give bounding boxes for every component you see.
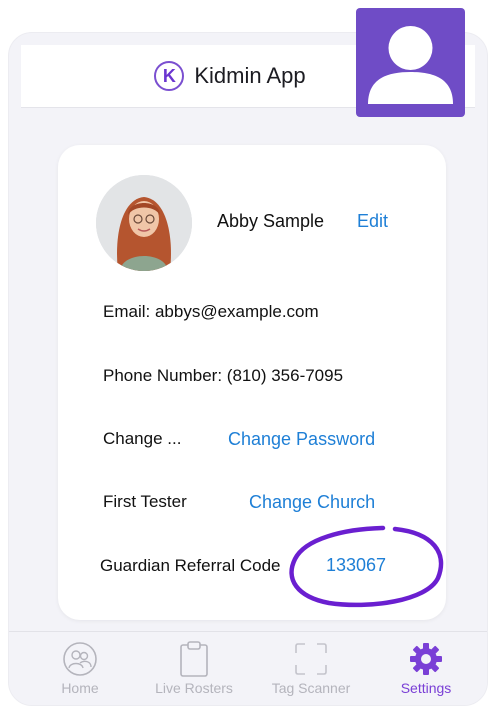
- tab-bar: Home Live Rosters Tag Scanner Settings: [9, 631, 487, 705]
- referral-code-label: Guardian Referral Code: [100, 556, 281, 575]
- user-avatar-button[interactable]: [356, 8, 465, 117]
- profile-name: Abby Sample: [217, 211, 325, 231]
- change-church-link[interactable]: Change Church: [249, 492, 375, 513]
- tab-home[interactable]: Home: [25, 638, 135, 696]
- scan-frame-icon: [295, 643, 327, 675]
- gear-icon: [410, 643, 442, 675]
- profile-photo: [96, 175, 192, 271]
- app-logo-icon: K: [154, 61, 185, 91]
- tab-settings[interactable]: Settings: [371, 638, 481, 696]
- user-silhouette-icon: [368, 26, 453, 104]
- phone-line: Phone Number: (810) 356-7095: [103, 366, 344, 385]
- profile-card: Abby Sample Edit Email: abbys@example.co…: [58, 145, 446, 620]
- change-password-link[interactable]: Change Password: [228, 429, 375, 450]
- brand: K Kidmin App: [154, 61, 306, 91]
- people-circle-icon: [63, 642, 97, 676]
- referral-code-value[interactable]: 133067: [326, 555, 386, 576]
- tab-home-label: Home: [61, 680, 99, 696]
- tab-tag-scanner-label: Tag Scanner: [271, 680, 351, 696]
- email-line: Email: abbys@example.com: [103, 302, 319, 321]
- change-truncated-label: Change ...: [103, 429, 182, 448]
- tab-settings-label: Settings: [400, 680, 452, 696]
- edit-profile-link[interactable]: Edit: [357, 211, 388, 232]
- profile-portrait-image: [96, 175, 192, 271]
- tab-live-rosters-label: Live Rosters: [155, 680, 233, 696]
- tab-live-rosters[interactable]: Live Rosters: [139, 638, 249, 696]
- tab-tag-scanner[interactable]: Tag Scanner: [256, 638, 366, 696]
- clipboard-icon: [180, 641, 208, 677]
- church-name: First Tester: [103, 492, 187, 511]
- app-title: Kidmin App: [194, 63, 306, 88]
